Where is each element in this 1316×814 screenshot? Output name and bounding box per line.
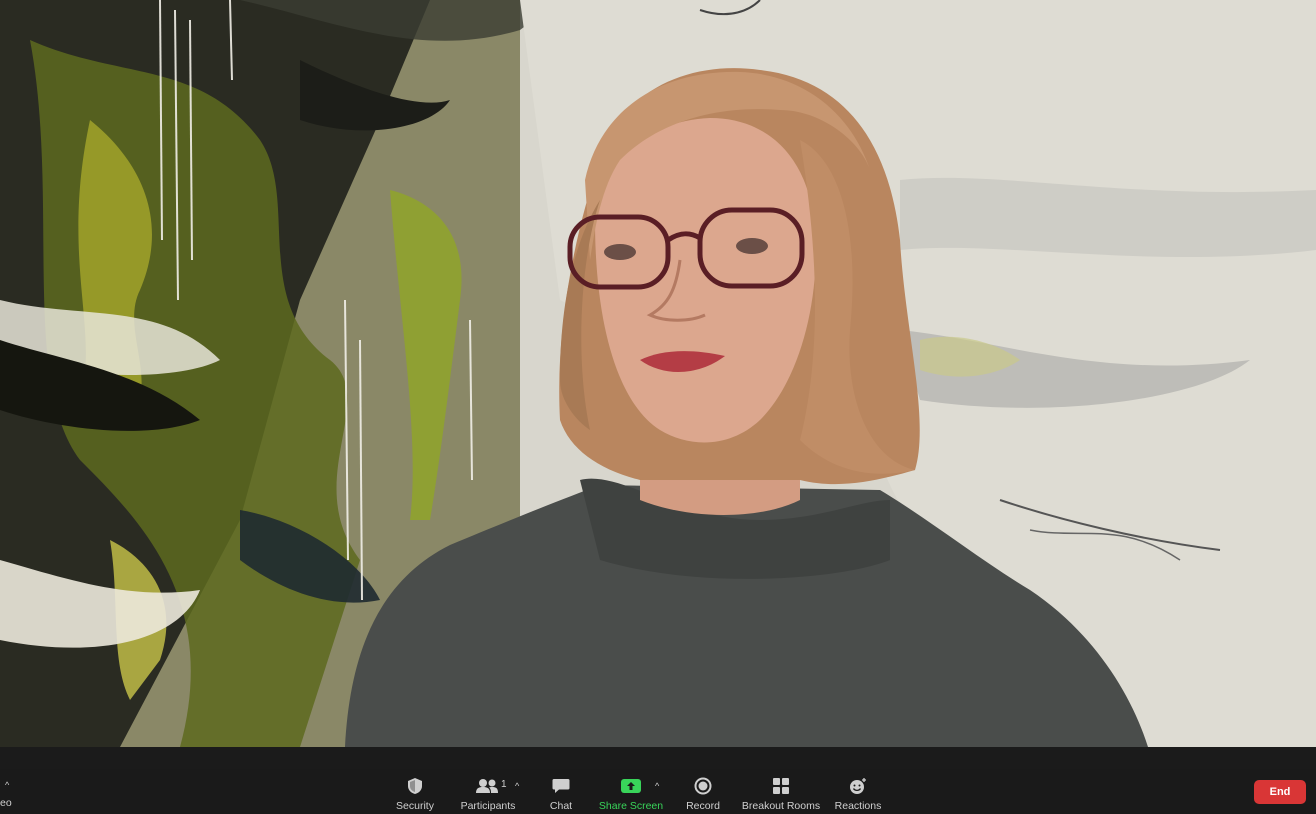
participants-label: Participants bbox=[460, 800, 516, 812]
video-frame-image bbox=[0, 0, 1316, 747]
record-label: Record bbox=[686, 800, 720, 812]
participants-count: 1 bbox=[501, 779, 507, 790]
meeting-toolbar: ^ eo Security 1 Participants ^ Chat Shar… bbox=[0, 769, 1316, 814]
security-label: Security bbox=[396, 800, 434, 812]
smiley-icon bbox=[848, 775, 868, 797]
zoom-meeting-window: ^ eo Security 1 Participants ^ Chat Shar… bbox=[0, 0, 1316, 814]
shield-icon bbox=[407, 775, 423, 797]
chat-icon bbox=[552, 775, 570, 797]
record-icon bbox=[694, 775, 712, 797]
reactions-label: Reactions bbox=[834, 800, 882, 812]
share-screen-label: Share Screen bbox=[598, 800, 664, 812]
record-button[interactable]: Record bbox=[683, 769, 723, 814]
share-screen-options-caret-icon[interactable]: ^ bbox=[655, 782, 659, 791]
security-button[interactable]: Security bbox=[392, 769, 438, 814]
reactions-button[interactable]: Reactions bbox=[832, 769, 884, 814]
video-control-label: eo bbox=[0, 797, 12, 809]
participant-video-feed[interactable] bbox=[0, 0, 1316, 747]
participants-button[interactable]: 1 Participants bbox=[456, 769, 520, 814]
share-screen-icon bbox=[620, 775, 642, 797]
participants-icon bbox=[475, 775, 501, 797]
grid-icon bbox=[772, 775, 790, 797]
end-meeting-button[interactable]: End bbox=[1254, 780, 1306, 804]
participants-options-caret-icon[interactable]: ^ bbox=[515, 782, 519, 791]
breakout-rooms-button[interactable]: Breakout Rooms bbox=[741, 769, 821, 814]
share-screen-button[interactable]: Share Screen bbox=[598, 769, 664, 814]
breakout-rooms-label: Breakout Rooms bbox=[741, 800, 821, 812]
chat-button[interactable]: Chat bbox=[544, 769, 578, 814]
video-bottom-strip bbox=[0, 747, 1316, 769]
chat-label: Chat bbox=[549, 800, 573, 812]
video-options-caret-icon[interactable]: ^ bbox=[5, 781, 9, 790]
